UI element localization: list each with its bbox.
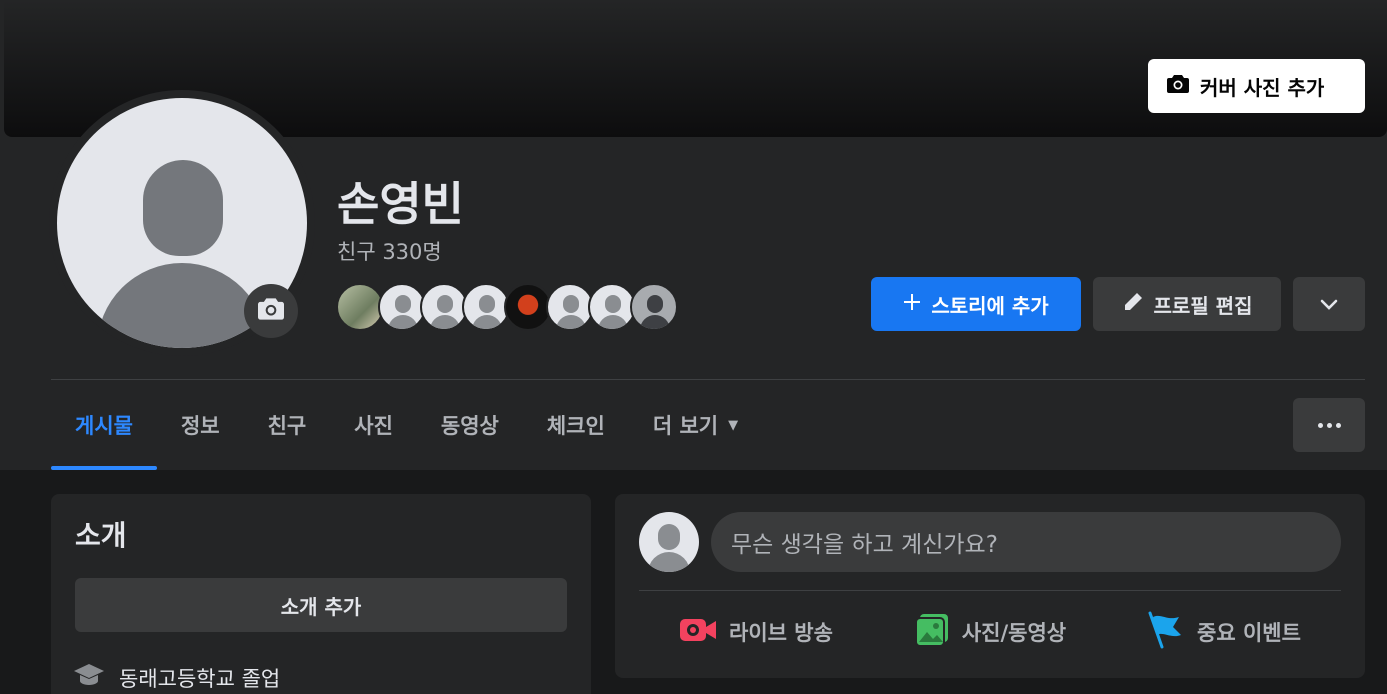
composer-avatar[interactable] xyxy=(639,512,699,572)
friend-avatar[interactable] xyxy=(420,283,468,331)
post-input[interactable]: 무슨 생각을 하고 계신가요? xyxy=(711,512,1341,572)
photo-video-label: 사진/동영상 xyxy=(961,621,1067,645)
add-to-story-label: 스토리에 추가 xyxy=(931,293,1049,318)
add-cover-photo-button[interactable]: 커버 사진 추가 xyxy=(1148,59,1365,113)
update-profile-picture-button[interactable] xyxy=(244,284,298,338)
chevron-down-icon xyxy=(1320,292,1338,316)
live-video-button[interactable]: 라이브 방송 xyxy=(639,600,873,664)
intro-title: 소개 xyxy=(75,519,127,552)
live-video-label: 라이브 방송 xyxy=(729,621,833,645)
composer-divider xyxy=(639,590,1341,591)
friend-avatar[interactable] xyxy=(462,283,510,331)
profile-name: 손영빈 xyxy=(337,177,464,231)
caret-down-icon: ▼ xyxy=(728,417,739,433)
composer-actions: 라이브 방송 사진/동영상 중요 이벤트 xyxy=(639,600,1341,664)
tab-videos[interactable]: 동영상 xyxy=(417,380,523,470)
profile-header: 커버 사진 추가 손영빈 친구 330명 스토리에 추가 프로필 편집 게시물 … xyxy=(0,0,1387,470)
tab-photos[interactable]: 사진 xyxy=(330,380,417,470)
profile-tabs: 게시물 정보 친구 사진 동영상 체크인 더 보기 ▼ xyxy=(51,380,762,470)
add-cover-photo-label: 커버 사진 추가 xyxy=(1200,75,1325,100)
tab-more[interactable]: 더 보기 ▼ xyxy=(629,380,762,470)
camera-icon xyxy=(256,296,286,326)
plus-icon xyxy=(903,292,921,316)
post-composer: 무슨 생각을 하고 계신가요? 라이브 방송 사진/동영상 중요 이벤트 xyxy=(615,494,1365,678)
education-text: 동래고등학교 졸업 xyxy=(119,666,281,691)
friend-avatar[interactable] xyxy=(588,283,636,331)
add-intro-button[interactable]: 소개 추가 xyxy=(75,578,567,632)
tab-about[interactable]: 정보 xyxy=(157,380,244,470)
tab-more-label: 더 보기 xyxy=(652,414,719,438)
friend-avatar[interactable] xyxy=(504,283,552,331)
video-camera-icon xyxy=(679,616,717,649)
intro-card: 소개 소개 추가 동래고등학교 졸업 xyxy=(51,494,591,694)
flag-icon xyxy=(1147,611,1185,654)
tab-checkins[interactable]: 체크인 xyxy=(523,380,629,470)
tab-posts[interactable]: 게시물 xyxy=(51,380,157,470)
friend-avatar[interactable] xyxy=(378,283,426,331)
friend-avatar[interactable] xyxy=(630,283,678,331)
pencil-icon xyxy=(1122,291,1144,318)
camera-icon xyxy=(1166,73,1190,100)
profile-options-button[interactable] xyxy=(1293,277,1365,331)
life-event-button[interactable]: 중요 이벤트 xyxy=(1107,600,1341,664)
more-options-button[interactable] xyxy=(1293,398,1365,452)
life-event-label: 중요 이벤트 xyxy=(1197,621,1301,645)
photo-icon xyxy=(914,612,950,653)
graduation-cap-icon xyxy=(73,662,105,693)
friend-avatar[interactable] xyxy=(546,283,594,331)
education-item: 동래고등학교 졸업 xyxy=(73,662,280,693)
friends-count-link[interactable]: 친구 330명 xyxy=(337,236,442,266)
tab-friends[interactable]: 친구 xyxy=(244,380,331,470)
photo-video-button[interactable]: 사진/동영상 xyxy=(873,600,1107,664)
edit-profile-label: 프로필 편집 xyxy=(1153,293,1253,318)
add-to-story-button[interactable]: 스토리에 추가 xyxy=(871,277,1081,331)
friend-avatar[interactable] xyxy=(336,283,384,331)
edit-profile-button[interactable]: 프로필 편집 xyxy=(1093,277,1281,331)
